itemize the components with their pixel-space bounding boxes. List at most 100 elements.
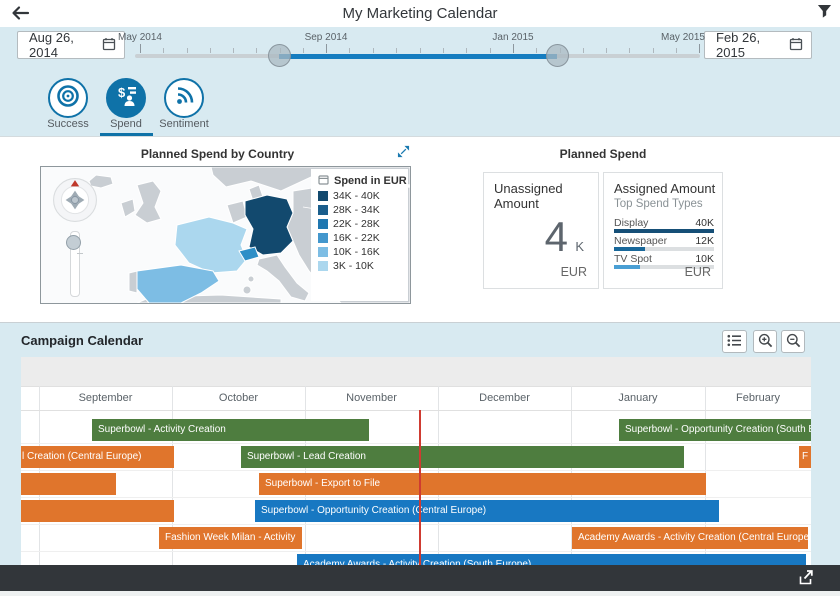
gantt-header-divider xyxy=(21,410,811,411)
gantt-row-divider xyxy=(21,470,811,471)
legend-title: Spend in EUR xyxy=(334,175,407,187)
legend-collapse-icon[interactable] xyxy=(318,174,329,188)
tab-spend[interactable]: $ xyxy=(106,78,146,118)
legend-title-row: Spend in EUR xyxy=(318,173,408,189)
gantt-bar[interactable]: Superbowl - Lead Creation xyxy=(241,446,684,468)
slider-minor-tick xyxy=(606,48,607,53)
legend-range-label: 34K - 40K xyxy=(333,190,380,202)
legend-swatch xyxy=(318,205,328,215)
slider-minor-tick xyxy=(653,48,654,53)
gantt-bar[interactable] xyxy=(21,473,116,495)
gantt-bar[interactable]: Superbowl - Opportunity Creation (Centra… xyxy=(255,500,719,522)
app-window: My Marketing Calendar Aug 26, 2014 Feb 2… xyxy=(0,0,840,596)
assigned-currency: EUR xyxy=(685,265,711,279)
legend-item: 3K - 10K xyxy=(318,259,408,273)
kpi-tab-bar: $ Success Spend Sentiment xyxy=(0,70,840,136)
month-label: November xyxy=(305,386,438,410)
slider-minor-tick xyxy=(163,48,164,53)
time-range-slider[interactable]: May 2014Sep 2014Jan 2015May 2015 xyxy=(0,28,840,70)
spend-map[interactable]: Spend in EUR 34K - 40K28K - 34K22K - 28K… xyxy=(40,166,411,304)
share-button[interactable] xyxy=(794,568,816,588)
gantt-bar[interactable]: F xyxy=(799,446,811,468)
slider-axis-label: May 2015 xyxy=(653,32,713,43)
slider-minor-tick xyxy=(466,48,467,53)
slider-major-tick xyxy=(513,44,514,53)
gantt-bar[interactable] xyxy=(21,500,174,522)
legend-swatch xyxy=(318,261,328,271)
slider-minor-tick xyxy=(210,48,211,53)
spend-type-name: Newspaper xyxy=(614,235,667,247)
map-compass-control[interactable] xyxy=(52,177,98,228)
unassigned-amount-tile[interactable]: Unassigned Amount 4 K EUR xyxy=(483,172,599,289)
slider-minor-tick xyxy=(583,48,584,53)
legend-swatch xyxy=(318,233,328,243)
gantt-bar[interactable]: Fashion Week Milan - Activity xyxy=(159,527,302,549)
slider-minor-tick xyxy=(349,48,350,53)
month-label: January xyxy=(571,386,705,410)
zoom-out-icon xyxy=(786,333,801,351)
gantt-bar[interactable]: Superbowl - Activity Creation xyxy=(92,419,369,441)
slider-major-tick xyxy=(699,44,700,53)
unassigned-amount-label: Unassigned Amount xyxy=(484,173,598,211)
map-zoom-knob[interactable] xyxy=(66,235,81,250)
back-arrow-icon xyxy=(10,5,30,24)
legend-list-button[interactable] xyxy=(722,330,747,353)
legend-swatch xyxy=(318,219,328,229)
unassigned-currency: EUR xyxy=(561,265,587,279)
legend-swatch xyxy=(318,191,328,201)
legend-item: 28K - 34K xyxy=(318,203,408,217)
gantt-bar[interactable]: Academy Awards - Activity Creation (Sout… xyxy=(297,554,806,565)
page-title: My Marketing Calendar xyxy=(0,0,840,27)
slider-selected-range xyxy=(279,54,557,59)
gantt-bar[interactable]: Academy Awards - Activity Creation (Cent… xyxy=(572,527,808,549)
gantt-bar[interactable]: Superbowl - Opportunity Creation (South … xyxy=(619,419,811,441)
slider-minor-tick xyxy=(490,48,491,53)
spend-type-bars: Display40KNewspaper12KTV Spot10K xyxy=(614,217,714,271)
spend-type-fill xyxy=(614,229,714,233)
spend-type-value: 12K xyxy=(695,235,714,247)
zoom-out-button[interactable] xyxy=(781,330,805,353)
sentiment-feed-icon xyxy=(171,83,197,114)
today-marker-line xyxy=(419,410,421,565)
bottom-strip xyxy=(0,591,840,596)
assigned-amount-tile[interactable]: Assigned Amount Top Spend Types Display4… xyxy=(603,172,723,289)
slider-minor-tick xyxy=(233,48,234,53)
zoom-in-button[interactable] xyxy=(753,330,777,353)
slider-handle-end[interactable] xyxy=(546,44,569,67)
slider-minor-tick xyxy=(676,48,677,53)
spend-type-name: Display xyxy=(614,217,648,229)
legend-range-label: 16K - 22K xyxy=(333,232,380,244)
legend-swatch xyxy=(318,247,328,257)
spend-type-value: 40K xyxy=(695,217,714,229)
legend-item: 34K - 40K xyxy=(318,189,408,203)
filter-icon xyxy=(817,4,832,22)
legend-item: 16K - 22K xyxy=(318,231,408,245)
map-legend: Spend in EUR 34K - 40K28K - 34K22K - 28K… xyxy=(311,169,408,301)
map-zoom-tick xyxy=(77,253,83,254)
tab-success[interactable] xyxy=(48,78,88,118)
expand-map-button[interactable] xyxy=(396,146,410,160)
slider-handle-start[interactable] xyxy=(268,44,291,67)
filter-button[interactable] xyxy=(814,4,834,22)
month-label: December xyxy=(438,386,571,410)
slider-axis-label: Jan 2015 xyxy=(483,32,543,43)
spend-icon: $ xyxy=(113,83,139,114)
legend-item: 22K - 28K xyxy=(318,217,408,231)
tab-sentiment[interactable] xyxy=(164,78,204,118)
gantt-bar[interactable]: l Creation (Central Europe) xyxy=(21,446,174,468)
slider-minor-tick xyxy=(420,48,421,53)
slider-minor-tick xyxy=(256,48,257,53)
list-icon xyxy=(727,334,742,350)
spend-type-name: TV Spot xyxy=(614,253,652,265)
legend-range-label: 22K - 28K xyxy=(333,218,380,230)
slider-minor-tick xyxy=(187,48,188,53)
target-icon xyxy=(55,83,81,114)
gantt-top-band xyxy=(21,357,811,387)
slider-minor-tick xyxy=(373,48,374,53)
back-button[interactable] xyxy=(8,3,32,25)
gantt-bar[interactable]: Superbowl - Export to File xyxy=(259,473,706,495)
legend-item: 10K - 16K xyxy=(318,245,408,259)
slider-minor-tick xyxy=(629,48,630,53)
unassigned-amount-unit: K xyxy=(575,239,584,254)
slider-major-tick xyxy=(140,44,141,53)
